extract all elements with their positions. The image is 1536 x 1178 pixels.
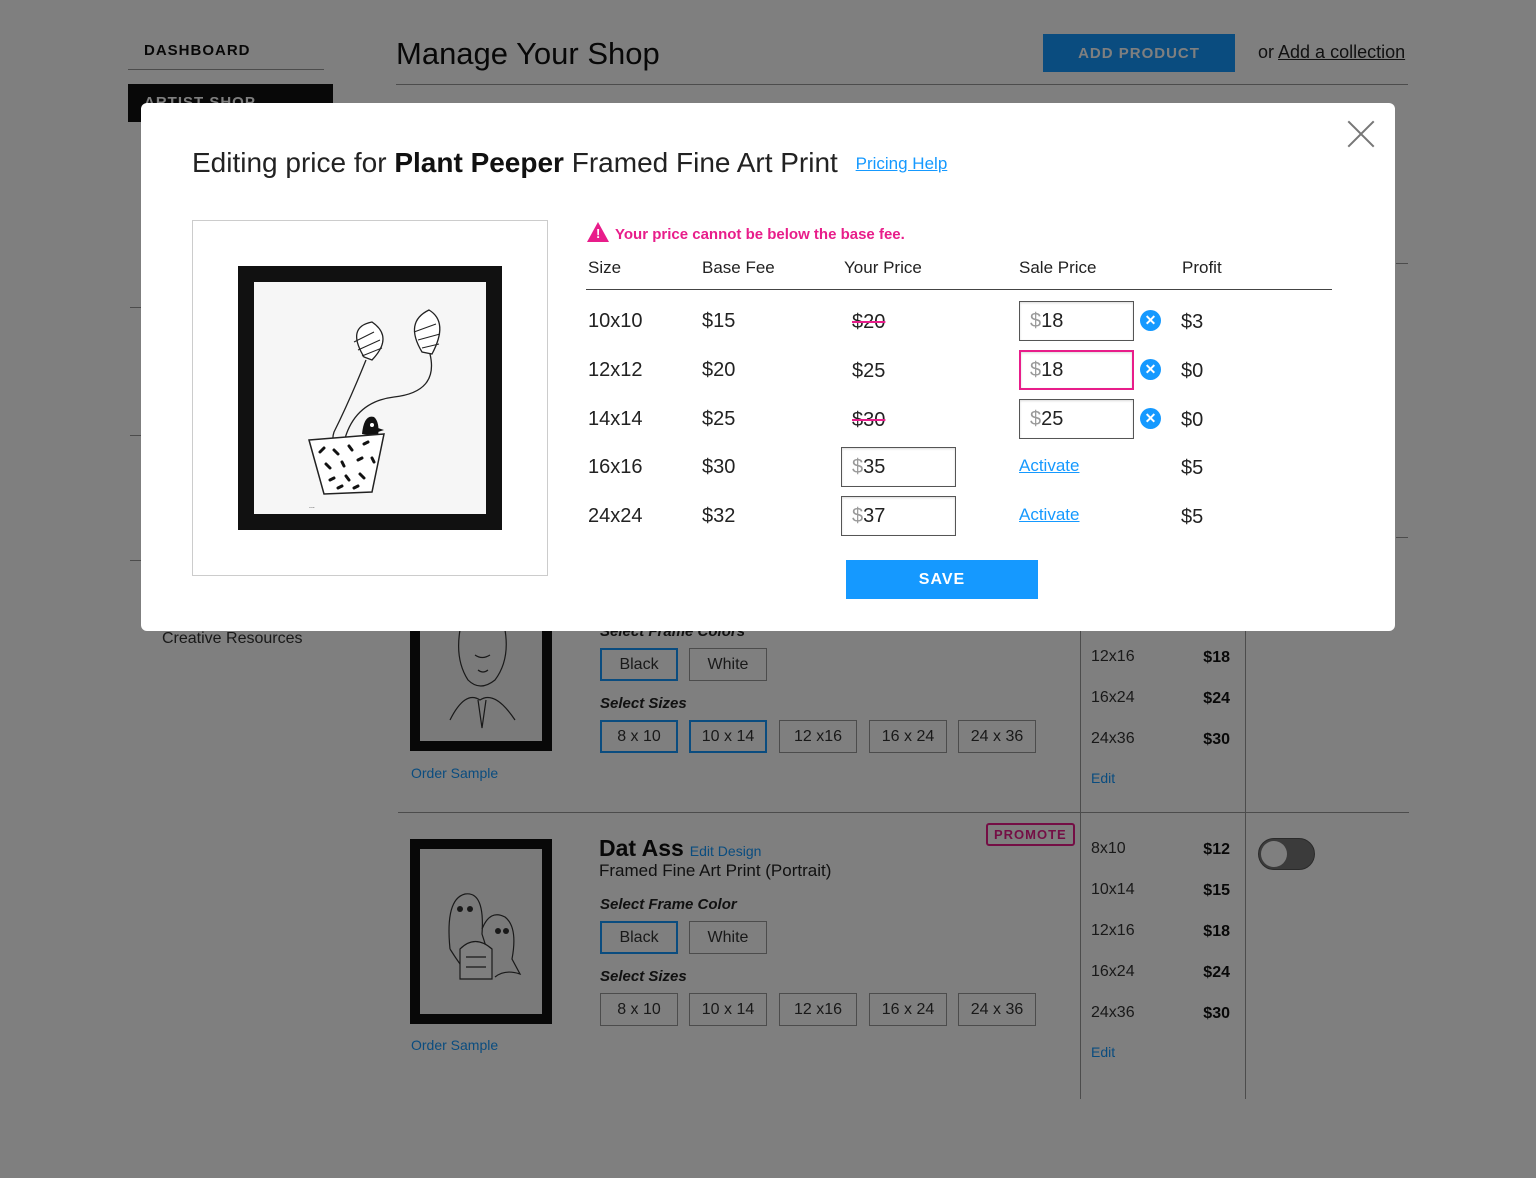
sale-price-input[interactable]: $18 xyxy=(1019,301,1134,341)
clear-sale-price-icon[interactable]: ✕ xyxy=(1140,310,1161,331)
title-prefix: Editing price for xyxy=(192,147,387,178)
modal-title: Editing price for Plant Peeper Framed Fi… xyxy=(192,147,947,179)
column-header-profit: Profit xyxy=(1182,258,1222,277)
close-icon[interactable] xyxy=(1346,119,1376,149)
price-warning: ! Your price cannot be below the base fee… xyxy=(587,222,905,243)
plant-pot-art-icon: ... xyxy=(308,309,441,510)
row-your-price-struck: $30 xyxy=(852,409,886,431)
sale-price-value: 18 xyxy=(1041,310,1064,332)
row-size: 12x12 xyxy=(588,359,643,381)
row-profit: $0 xyxy=(1181,409,1204,431)
row-base-fee: $20 xyxy=(702,359,736,381)
row-base-fee: $15 xyxy=(702,310,736,332)
sale-price-input[interactable]: $18 xyxy=(1019,350,1134,390)
svg-text:...: ... xyxy=(309,503,315,510)
pricing-help-link[interactable]: Pricing Help xyxy=(856,154,948,173)
warning-triangle-icon: ! xyxy=(587,222,609,242)
product-type: Framed Fine Art Print xyxy=(571,147,838,178)
frame-preview: ... xyxy=(238,266,502,530)
sale-price-value: 18 xyxy=(1041,359,1064,381)
row-size: 14x14 xyxy=(588,408,643,430)
row-profit: $3 xyxy=(1181,311,1204,333)
row-size: 10x10 xyxy=(588,310,643,332)
row-your-price-struck: $20 xyxy=(852,311,886,333)
product-preview: ... xyxy=(192,220,548,576)
row-profit: $5 xyxy=(1181,457,1204,479)
column-header-your-price: Your Price xyxy=(844,258,922,277)
activate-sale-link[interactable]: Activate xyxy=(1019,505,1079,525)
sale-price-input[interactable]: $25 xyxy=(1019,399,1134,439)
row-size: 16x16 xyxy=(588,456,643,478)
your-price-value: 35 xyxy=(863,456,886,478)
save-button[interactable]: SAVE xyxy=(846,560,1038,599)
warning-text: Your price cannot be below the base fee. xyxy=(615,226,905,243)
your-price-value: 37 xyxy=(863,505,886,527)
currency-symbol: $ xyxy=(1030,408,1042,430)
row-base-fee: $30 xyxy=(702,456,736,478)
activate-sale-link[interactable]: Activate xyxy=(1019,456,1079,476)
edit-price-modal: Editing price for Plant Peeper Framed Fi… xyxy=(141,103,1395,631)
row-profit: $0 xyxy=(1181,360,1204,382)
row-base-fee: $25 xyxy=(702,408,736,430)
your-price-input[interactable]: $35 xyxy=(841,447,956,487)
row-base-fee: $32 xyxy=(702,505,736,527)
currency-symbol: $ xyxy=(852,505,864,527)
artwork-image: ... xyxy=(254,282,486,514)
row-your-price: $25 xyxy=(852,360,886,382)
row-profit: $5 xyxy=(1181,506,1204,528)
row-size: 24x24 xyxy=(588,505,643,527)
currency-symbol: $ xyxy=(852,456,864,478)
sale-price-value: 25 xyxy=(1041,408,1064,430)
column-header-size: Size xyxy=(588,258,622,277)
your-price-input[interactable]: $37 xyxy=(841,496,956,536)
product-name: Plant Peeper xyxy=(394,147,564,178)
clear-sale-price-icon[interactable]: ✕ xyxy=(1140,408,1161,429)
currency-symbol: $ xyxy=(1030,310,1042,332)
table-header-divider xyxy=(586,289,1332,290)
column-header-sale-price: Sale Price xyxy=(1019,258,1097,277)
column-header-base-fee: Base Fee xyxy=(702,258,775,277)
currency-symbol: $ xyxy=(1030,359,1042,381)
clear-sale-price-icon[interactable]: ✕ xyxy=(1140,359,1161,380)
